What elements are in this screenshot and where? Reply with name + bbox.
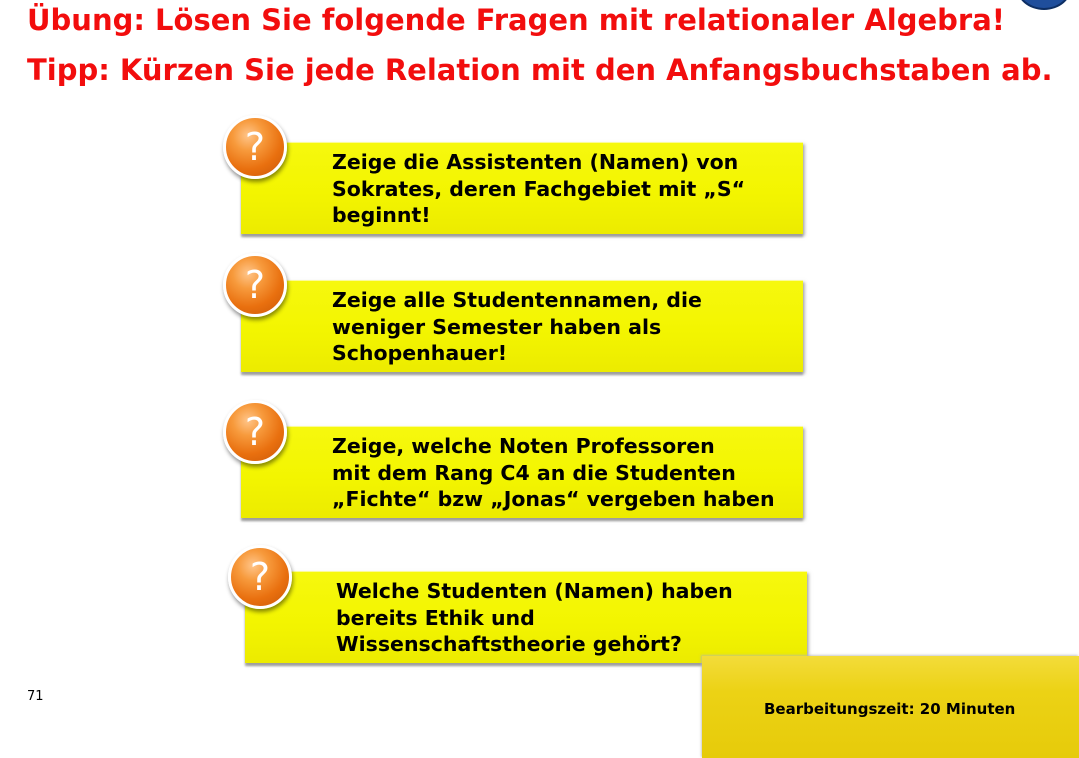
question-card-1: Zeige die Assistenten (Namen) von Sokrat…: [241, 142, 803, 234]
question-card-3: Zeige, welche Noten Professoren mit dem …: [241, 426, 803, 518]
page-number: 71: [27, 689, 44, 704]
page-title: Übung: Lösen Sie folgende Fragen mit rel…: [27, 3, 1005, 37]
corner-logo-icon: [1016, 0, 1072, 10]
question-text-4: Welche Studenten (Namen) haben bereits E…: [336, 579, 733, 656]
question-text-1: Zeige die Assistenten (Namen) von Sokrat…: [332, 150, 746, 227]
question-card-2: Zeige alle Studentennamen, die weniger S…: [241, 280, 803, 372]
time-limit-label: Bearbeitungszeit: 20 Minuten: [764, 700, 1016, 718]
question-mark-icon: ?: [223, 253, 287, 317]
question-mark-icon: ?: [223, 400, 287, 464]
question-card-4: Welche Studenten (Namen) haben bereits E…: [245, 571, 807, 663]
page-subtitle-tip: Tipp: Kürzen Sie jede Relation mit den A…: [27, 53, 1053, 87]
question-mark-icon: ?: [223, 115, 287, 179]
time-limit-box: Bearbeitungszeit: 20 Minuten: [702, 656, 1079, 758]
question-mark-icon: ?: [228, 545, 292, 609]
question-text-3: Zeige, welche Noten Professoren mit dem …: [332, 434, 775, 511]
question-text-2: Zeige alle Studentennamen, die weniger S…: [332, 288, 702, 365]
